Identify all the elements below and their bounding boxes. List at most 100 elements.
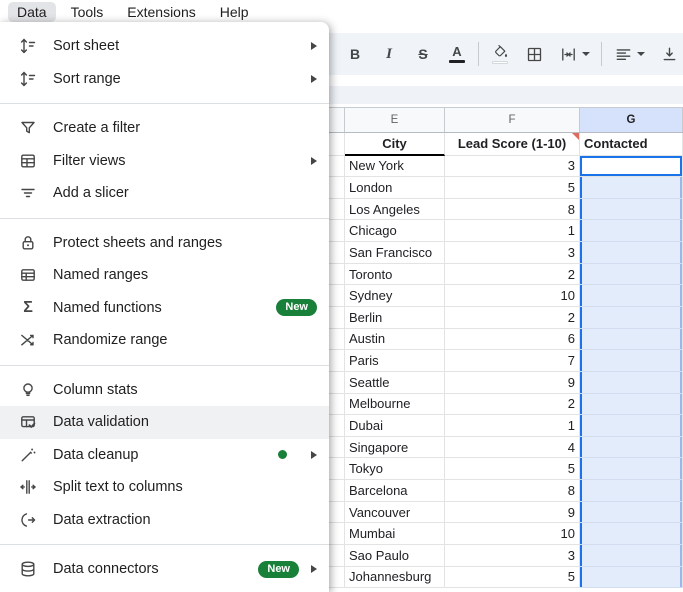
contacted-cell[interactable] bbox=[580, 394, 683, 416]
city-cell[interactable]: Singapore bbox=[345, 437, 445, 459]
column-header-e[interactable]: E bbox=[345, 108, 445, 132]
lead-score-cell[interactable]: 8 bbox=[445, 199, 580, 221]
city-cell[interactable]: Chicago bbox=[345, 220, 445, 242]
menu-item-randomize-range[interactable]: Randomize range bbox=[0, 324, 329, 357]
funnel-icon bbox=[18, 118, 38, 138]
city-cell[interactable]: San Francisco bbox=[345, 242, 445, 264]
city-cell[interactable]: Los Angeles bbox=[345, 199, 445, 221]
contacted-cell[interactable] bbox=[580, 285, 683, 307]
bold-button[interactable]: B bbox=[338, 39, 372, 69]
city-cell[interactable]: Dubai bbox=[345, 415, 445, 437]
menu-item-data-cleanup[interactable]: Data cleanup bbox=[0, 439, 329, 472]
lead-score-cell[interactable]: 8 bbox=[445, 480, 580, 502]
text-color-button[interactable]: A bbox=[440, 39, 474, 69]
lead-score-cell[interactable]: 7 bbox=[445, 350, 580, 372]
sort-sheet-icon bbox=[18, 36, 38, 56]
menu-item-create-a-filter[interactable]: Create a filter bbox=[0, 112, 329, 145]
lead-score-cell[interactable]: 4 bbox=[445, 437, 580, 459]
merge-cells-dropdown-icon[interactable] bbox=[582, 52, 590, 56]
city-cell[interactable]: Melbourne bbox=[345, 394, 445, 416]
menubar-item-help[interactable]: Help bbox=[211, 2, 258, 22]
city-cell[interactable]: Barcelona bbox=[345, 480, 445, 502]
column-header-g[interactable]: G bbox=[580, 108, 683, 132]
menu-item-data-validation[interactable]: Data validation bbox=[0, 406, 329, 439]
city-cell[interactable]: New York bbox=[345, 156, 445, 178]
menu-item-sort-sheet[interactable]: Sort sheet bbox=[0, 30, 329, 63]
borders-button[interactable] bbox=[517, 39, 551, 69]
city-cell[interactable]: Johannesburg bbox=[345, 567, 445, 589]
column-header-f[interactable]: F bbox=[445, 108, 580, 132]
contacted-cell[interactable] bbox=[580, 350, 683, 372]
menu-item-data-connectors[interactable]: Data connectors New bbox=[0, 553, 329, 586]
lead-score-cell[interactable]: 1 bbox=[445, 415, 580, 437]
lead-score-cell[interactable]: 2 bbox=[445, 264, 580, 286]
contacted-cell[interactable] bbox=[580, 458, 683, 480]
contacted-cell[interactable] bbox=[580, 567, 683, 589]
contacted-cell[interactable] bbox=[580, 199, 683, 221]
contacted-cell[interactable] bbox=[580, 545, 683, 567]
menu-item-add-a-slicer[interactable]: Add a slicer bbox=[0, 177, 329, 210]
active-cell-g2[interactable] bbox=[580, 156, 683, 178]
city-cell[interactable]: Toronto bbox=[345, 264, 445, 286]
strikethrough-button[interactable]: S bbox=[406, 39, 440, 69]
contacted-cell[interactable] bbox=[580, 437, 683, 459]
city-cell[interactable]: Sao Paulo bbox=[345, 545, 445, 567]
menu-item-filter-views[interactable]: Filter views bbox=[0, 145, 329, 178]
city-cell[interactable]: Tokyo bbox=[345, 458, 445, 480]
menu-item-named-functions[interactable]: Σ Named functions New bbox=[0, 292, 329, 325]
cell-city-header[interactable]: City bbox=[345, 133, 445, 156]
city-cell[interactable]: Austin bbox=[345, 329, 445, 351]
menubar-item-extensions[interactable]: Extensions bbox=[118, 2, 204, 22]
contacted-cell[interactable] bbox=[580, 242, 683, 264]
menu-item-sort-range[interactable]: Sort range bbox=[0, 63, 329, 96]
lead-score-cell[interactable]: 1 bbox=[445, 220, 580, 242]
split-columns-icon bbox=[18, 477, 38, 497]
menubar-item-tools[interactable]: Tools bbox=[62, 2, 113, 22]
contacted-cell[interactable] bbox=[580, 329, 683, 351]
italic-button[interactable]: I bbox=[372, 39, 406, 69]
contacted-cell[interactable] bbox=[580, 502, 683, 524]
contacted-cell[interactable] bbox=[580, 480, 683, 502]
horizontal-align-dropdown-icon[interactable] bbox=[637, 52, 645, 56]
submenu-arrow-icon bbox=[311, 157, 317, 165]
lead-score-cell[interactable]: 10 bbox=[445, 523, 580, 545]
contacted-cell[interactable] bbox=[580, 264, 683, 286]
menubar-item-data[interactable]: Data bbox=[8, 2, 56, 22]
city-cell[interactable]: Sydney bbox=[345, 285, 445, 307]
menu-item-data-extraction[interactable]: Data extraction bbox=[0, 504, 329, 537]
lead-score-cell[interactable]: 3 bbox=[445, 545, 580, 567]
cell-lead-score-header[interactable]: Lead Score (1-10) bbox=[445, 133, 580, 156]
lead-score-cell[interactable]: 10 bbox=[445, 285, 580, 307]
lead-score-cell[interactable]: 5 bbox=[445, 458, 580, 480]
lead-score-cell[interactable]: 9 bbox=[445, 372, 580, 394]
lead-score-cell[interactable]: 6 bbox=[445, 329, 580, 351]
vertical-align-button[interactable] bbox=[652, 39, 683, 69]
cell-contacted-header[interactable]: Contacted bbox=[580, 133, 683, 156]
city-cell[interactable]: Paris bbox=[345, 350, 445, 372]
city-cell[interactable]: London bbox=[345, 177, 445, 199]
menu-item-protect-sheets-and-ranges[interactable]: Protect sheets and ranges bbox=[0, 227, 329, 260]
city-cell[interactable]: Seattle bbox=[345, 372, 445, 394]
menu-item-column-stats[interactable]: Column stats bbox=[0, 374, 329, 407]
fill-color-button[interactable] bbox=[483, 39, 517, 69]
lead-score-cell[interactable]: 3 bbox=[445, 242, 580, 264]
contacted-cell[interactable] bbox=[580, 372, 683, 394]
lead-score-cell[interactable]: 5 bbox=[445, 567, 580, 589]
contacted-cell[interactable] bbox=[580, 307, 683, 329]
contacted-cell[interactable] bbox=[580, 177, 683, 199]
contacted-cell[interactable] bbox=[580, 220, 683, 242]
lead-score-cell[interactable]: 2 bbox=[445, 394, 580, 416]
menu-item-split-text-to-columns[interactable]: Split text to columns bbox=[0, 471, 329, 504]
contacted-cell[interactable] bbox=[580, 415, 683, 437]
city-cell[interactable]: Mumbai bbox=[345, 523, 445, 545]
city-cell[interactable]: Berlin bbox=[345, 307, 445, 329]
merge-cells-button[interactable] bbox=[551, 39, 597, 69]
lead-score-cell[interactable]: 2 bbox=[445, 307, 580, 329]
lead-score-cell[interactable]: 3 bbox=[445, 156, 580, 178]
city-cell[interactable]: Vancouver bbox=[345, 502, 445, 524]
menu-item-named-ranges[interactable]: Named ranges bbox=[0, 259, 329, 292]
contacted-cell[interactable] bbox=[580, 523, 683, 545]
lead-score-cell[interactable]: 5 bbox=[445, 177, 580, 199]
lead-score-cell[interactable]: 9 bbox=[445, 502, 580, 524]
horizontal-align-button[interactable] bbox=[606, 39, 652, 69]
